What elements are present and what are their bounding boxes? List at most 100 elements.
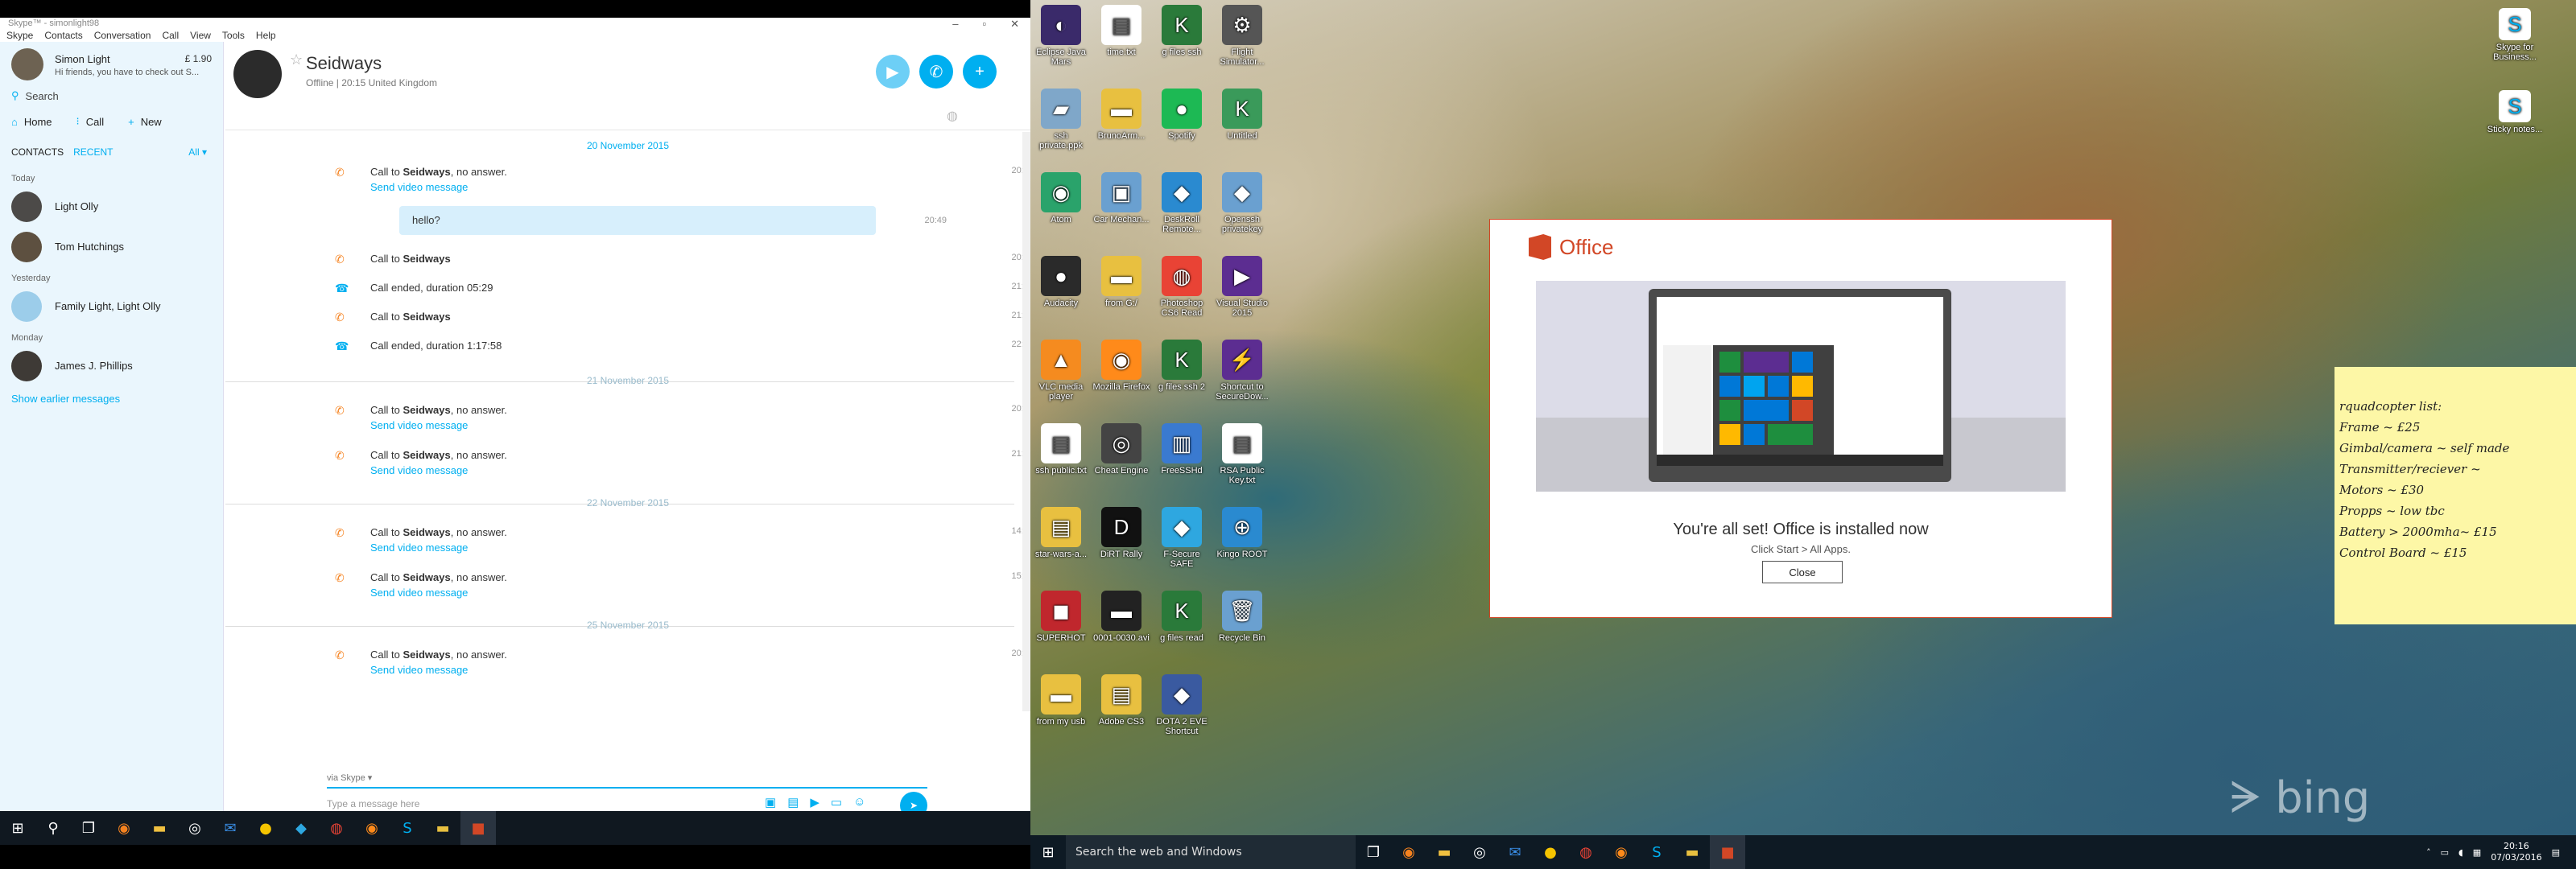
new-button[interactable]: + New: [128, 116, 162, 128]
chrome-icon[interactable]: ◍: [1568, 835, 1604, 869]
desktop-icon[interactable]: ◐ Eclipse Java Mars: [1032, 5, 1090, 67]
desktop-icon[interactable]: ⚡ Shortcut to SecureDow...: [1213, 340, 1271, 402]
show-earlier-link[interactable]: Show earlier messages: [0, 386, 223, 411]
desktop-icon[interactable]: ● Spotify: [1153, 89, 1211, 141]
desktop-icon[interactable]: ▤ Adobe CS3: [1092, 674, 1150, 727]
desktop-icon[interactable]: Kg files ssh: [1153, 5, 1211, 57]
via-skype-dropdown[interactable]: via Skype ▾: [327, 772, 372, 783]
skype-icon[interactable]: S: [390, 811, 425, 845]
scrollbar[interactable]: [1022, 132, 1030, 711]
steam-icon[interactable]: ◎: [177, 811, 213, 845]
desktop-icon[interactable]: D DiRT Rally: [1092, 507, 1150, 559]
office-icon[interactable]: ■: [1710, 835, 1745, 869]
send-video-link[interactable]: Send video message: [370, 464, 950, 476]
desktop-icon[interactable]: ▬ from my usb: [1032, 674, 1090, 727]
start-icon[interactable]: ⊞: [1030, 835, 1066, 869]
maximize-button[interactable]: ▫: [982, 18, 986, 31]
desktop-icon[interactable]: ◍ Photoshop CS6 Read: [1153, 256, 1211, 318]
home-button[interactable]: ⌂ Home: [11, 116, 52, 128]
office-close-button[interactable]: Close: [1762, 561, 1843, 583]
search-icon[interactable]: ⚲: [35, 811, 71, 845]
minimize-button[interactable]: –: [952, 18, 958, 31]
task-view-icon[interactable]: ❐: [1356, 835, 1391, 869]
globe-icon[interactable]: ◍: [947, 108, 958, 124]
desktop-icon[interactable]: ◆ Openssh privatekey: [1213, 172, 1271, 234]
desktop-icon[interactable]: ▤ RSA Public Key.txt: [1213, 423, 1271, 485]
avatar[interactable]: [233, 50, 282, 98]
taskbar-search[interactable]: Search the web and Windows: [1066, 835, 1356, 869]
image-icon[interactable]: ▣: [765, 795, 776, 809]
favorite-star-icon[interactable]: ☆: [290, 51, 303, 68]
desktop-icon[interactable]: ▤ time.txt: [1092, 5, 1150, 57]
desktop-icon[interactable]: K Untitled: [1213, 89, 1271, 141]
search-input[interactable]: Search: [26, 90, 59, 102]
desktop-icon[interactable]: ◆ F-Secure SAFE: [1153, 507, 1211, 569]
send-video-link[interactable]: Send video message: [370, 419, 950, 431]
skype-icon[interactable]: S: [1639, 835, 1674, 869]
desktop-icon[interactable]: Kg files read: [1153, 591, 1211, 643]
clock[interactable]: 20:16 07/03/2016: [2491, 841, 2541, 863]
start-icon[interactable]: ⊞: [0, 811, 35, 845]
profile-area[interactable]: Simon Light Hi friends, you have to chec…: [0, 42, 223, 85]
menu-contacts[interactable]: Contacts: [44, 30, 82, 41]
menu-view[interactable]: View: [190, 30, 211, 41]
desktop-icon[interactable]: S Skype for Business...: [2486, 8, 2544, 62]
chrome-icon[interactable]: ◍: [319, 811, 354, 845]
desktop-icon[interactable]: ⊕ Kingo ROOT: [1213, 507, 1271, 559]
desktop-icon[interactable]: ▥ FreeSSHd: [1153, 423, 1211, 476]
credit-balance[interactable]: £ 1.90: [185, 53, 212, 64]
close-button[interactable]: ✕: [1010, 18, 1019, 31]
filter-all-dropdown[interactable]: All ▾: [188, 146, 207, 158]
desktop-icon[interactable]: ▤ ssh public.txt: [1032, 423, 1090, 476]
sticky-note[interactable]: rquadcopter list: Frame ~ £25 Gimbal/cam…: [2334, 367, 2576, 624]
file-explorer-icon[interactable]: ▬: [142, 811, 177, 845]
contacts-card-icon[interactable]: ▭: [831, 795, 842, 809]
outlook-icon[interactable]: ✉: [1497, 835, 1533, 869]
norton-icon[interactable]: ●: [1533, 835, 1568, 869]
steam-icon[interactable]: ◎: [1462, 835, 1497, 869]
tab-recent[interactable]: RECENT: [73, 146, 113, 158]
blender-icon[interactable]: ◉: [1391, 835, 1426, 869]
video-message-icon[interactable]: ▶: [810, 795, 819, 809]
firefox-icon[interactable]: ◉: [354, 811, 390, 845]
desktop-icon[interactable]: ▶ Visual Studio 2015: [1213, 256, 1271, 318]
menu-tools[interactable]: Tools: [222, 30, 245, 41]
fsecure-icon[interactable]: ◆: [283, 811, 319, 845]
tab-contacts[interactable]: CONTACTS: [11, 146, 64, 158]
voice-call-button[interactable]: ✆: [919, 55, 953, 89]
desktop-icon[interactable]: ⚙ Flight Simulator...: [1213, 5, 1271, 67]
notification-icon[interactable]: ▤: [2552, 847, 2560, 858]
desktop-icon[interactable]: ▣ Car Mechan...: [1092, 172, 1150, 224]
message-input[interactable]: Type a message here: [327, 798, 419, 809]
task-view-icon[interactable]: ❐: [71, 811, 106, 845]
contact-item[interactable]: Tom Hutchings: [0, 227, 223, 267]
contact-item[interactable]: Light Olly: [0, 187, 223, 227]
desktop-icon[interactable]: ◎ Cheat Engine: [1092, 423, 1150, 476]
send-video-link[interactable]: Send video message: [370, 181, 950, 193]
norton-icon[interactable]: ●: [248, 811, 283, 845]
menu-call[interactable]: Call: [162, 30, 179, 41]
folder-icon[interactable]: ▬: [1674, 835, 1710, 869]
search-box[interactable]: ⚲ Search: [0, 85, 223, 106]
video-call-button[interactable]: ▶: [876, 55, 910, 89]
desktop-icon[interactable]: ◆ DeskRoll Remote...: [1153, 172, 1211, 234]
menu-help[interactable]: Help: [256, 30, 276, 41]
desktop-icon[interactable]: ◉ Atom: [1032, 172, 1090, 224]
contact-item[interactable]: Family Light, Light Olly: [0, 286, 223, 327]
chevron-up-icon[interactable]: ˄: [2426, 847, 2431, 858]
outlook-icon[interactable]: ✉: [213, 811, 248, 845]
send-video-link[interactable]: Send video message: [370, 664, 950, 676]
send-video-link[interactable]: Send video message: [370, 587, 950, 599]
menu-skype[interactable]: Skype: [6, 30, 33, 41]
menu-conversation[interactable]: Conversation: [94, 30, 151, 41]
desktop-icon[interactable]: ◆ DOTA 2 EVE Shortcut: [1153, 674, 1211, 736]
desktop-icon[interactable]: ▬ 0001-0030.avi: [1092, 591, 1150, 643]
folder-icon[interactable]: ▬: [425, 811, 460, 845]
call-button[interactable]: ⁝ Call: [76, 115, 105, 128]
desktop-icon[interactable]: ▬ from G:/: [1092, 256, 1150, 308]
desktop-icon[interactable]: S Sticky notes...: [2486, 90, 2544, 134]
office-icon[interactable]: ■: [460, 811, 496, 845]
emoticon-icon[interactable]: ☺: [853, 795, 865, 809]
desktop-icon[interactable]: 🗑 Recycle Bin: [1213, 591, 1271, 643]
desktop-icon[interactable]: ▬ BrunoArm...: [1092, 89, 1150, 141]
